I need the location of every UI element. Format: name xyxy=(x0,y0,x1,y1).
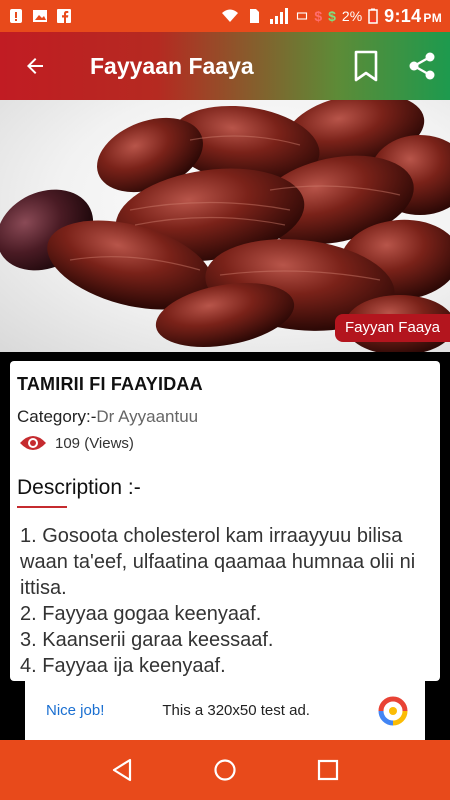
circle-home-icon xyxy=(214,759,236,781)
signal-icon xyxy=(270,8,289,24)
battery-percent: 2% xyxy=(341,8,363,24)
page-title: Fayyaan Faaya xyxy=(90,52,254,79)
nav-recents-button[interactable] xyxy=(308,750,348,790)
notification-icons xyxy=(8,8,72,24)
triangle-back-icon xyxy=(112,758,131,782)
system-icons: $ $ 2% 9:14 PM xyxy=(220,6,442,27)
image-icon xyxy=(33,10,47,22)
share-icon xyxy=(409,52,435,80)
status-bar: $ $ 2% 9:14 PM xyxy=(0,0,450,32)
hero-image: Fayyan Faaya xyxy=(0,100,450,352)
eye-icon xyxy=(20,436,46,450)
description-underline xyxy=(17,506,67,508)
ad-text: This a 320x50 test ad. xyxy=(162,702,310,719)
back-button[interactable] xyxy=(0,32,70,100)
battery-icon xyxy=(368,8,378,24)
app-bar: Fayyaan Faaya xyxy=(0,32,450,100)
hero-badge: Fayyan Faaya xyxy=(334,314,450,342)
description-line: 3. Kaanserii garaa keessaaf. xyxy=(20,629,274,651)
article-card: TAMIRII FI FAAYIDAA Category:- Dr Ayyaan… xyxy=(10,361,440,681)
category-label: Category:- xyxy=(17,407,97,426)
share-button[interactable] xyxy=(394,32,450,100)
description-line: 4. Fayyaa ija keenyaaf. xyxy=(20,655,226,677)
description-line: 2. Fayyaa gogaa keenyaaf. xyxy=(20,603,262,625)
description-line: 1. Gosoota cholesterol kam irraayyuu bil… xyxy=(20,525,416,599)
views-count: 109 (Views) xyxy=(55,434,134,452)
no-signal-icon xyxy=(297,12,308,20)
description-body: 1. Gosoota cholesterol kam irraayyuu bil… xyxy=(20,523,428,679)
category-value: Dr Ayyaantuu xyxy=(96,407,199,426)
views-row: 109 (Views) xyxy=(19,434,134,452)
square-recents-icon xyxy=(318,759,339,781)
dollar-icon-2: $ xyxy=(328,8,336,24)
nav-home-button[interactable] xyxy=(205,750,245,790)
system-nav-bar xyxy=(0,740,450,800)
alert-icon xyxy=(10,9,22,23)
facebook-icon xyxy=(57,9,71,23)
dollar-icon: $ xyxy=(314,8,323,24)
ad-logo-icon xyxy=(378,696,408,725)
description-label: Description :- xyxy=(17,476,141,499)
article-title: TAMIRII FI FAAYIDAA xyxy=(17,374,203,394)
ad-banner[interactable]: Nice job! This a 320x50 test ad. xyxy=(25,681,425,740)
wifi-icon xyxy=(222,9,239,22)
clock: 9:14 PM xyxy=(384,5,442,26)
sim-icon xyxy=(250,9,260,23)
arrow-left-icon xyxy=(27,58,43,74)
bookmark-icon xyxy=(354,50,378,82)
ad-nice-label: Nice job! xyxy=(46,702,105,719)
bookmark-button[interactable] xyxy=(338,32,394,100)
nav-back-button[interactable] xyxy=(102,750,142,790)
category-row: Category:- Dr Ayyaantuu xyxy=(17,407,198,427)
